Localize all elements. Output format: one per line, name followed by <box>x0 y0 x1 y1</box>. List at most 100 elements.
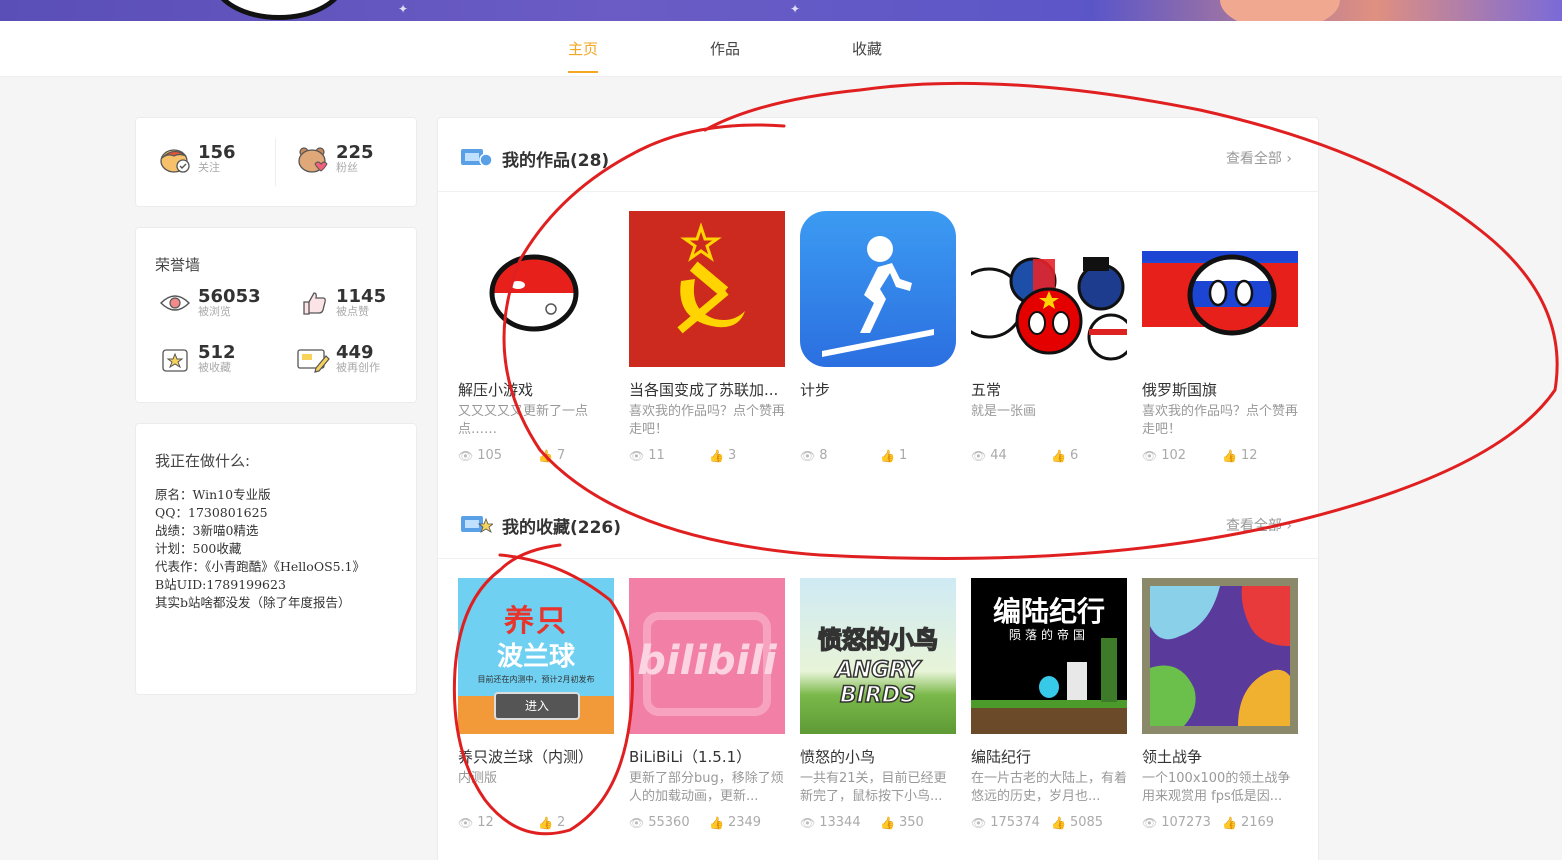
like-count: 350 <box>898 815 924 830</box>
favorite-desc: 一共有21关，目前已经更新完了，鼠标按下小鸟... <box>800 771 947 804</box>
followers-icon <box>296 144 330 174</box>
thumb-text: ANGRY BIRDS <box>835 657 921 709</box>
eye-icon: 👁 <box>458 448 474 463</box>
work-card[interactable]: 当各国变成了苏联加... 喜欢我的作品吗？点个赞再走吧！ 👁 11 👍 3 <box>629 211 785 463</box>
view-all-label: 查看全部 <box>1225 151 1282 167</box>
work-thumbnail[interactable] <box>1142 211 1298 367</box>
eye-icon: 👁 <box>800 448 816 463</box>
tab-works[interactable]: 作品 <box>710 21 740 77</box>
views-label: 被浏览 <box>198 305 231 318</box>
favorite-meta: 👁 12 👍 2 <box>458 815 614 830</box>
work-meta: 👁 11 👍 3 <box>629 448 785 463</box>
work-thumbnail[interactable] <box>458 211 614 367</box>
favorite-desc: 更新了部分bug，移除了烦人的加载动画，更新... <box>629 771 784 804</box>
favorite-thumbnail[interactable]: 愤怒的小鸟 ANGRY BIRDS <box>800 578 956 734</box>
eye-icon: 👁 <box>458 815 474 830</box>
work-card[interactable]: 解压小游戏 又又又又又更新了一点点…… 👁 105 👍 7 <box>458 211 614 463</box>
work-title[interactable]: 俄罗斯国旗 <box>1142 379 1298 400</box>
favorite-card[interactable]: bilibili BiLiBiLi（1.5.1） 更新了部分bug，移除了烦人的… <box>629 578 785 830</box>
work-meta: 👁 8 👍 1 <box>800 448 956 463</box>
favorite-card[interactable]: 养只 波兰球 目前还在内测中，预计2月初发布 进入 养只波兰球（内测） 内测版 … <box>458 578 614 830</box>
russia-flag-image <box>1142 251 1298 336</box>
honor-wall-card: 荣誉墙 56053 被浏览 1145 被点赞 512 被收藏 449 被再创作 <box>135 227 417 403</box>
countryballs-image <box>971 257 1127 361</box>
work-card[interactable]: 五常 就是一张画 👁 44 👍 6 <box>971 211 1127 463</box>
thumb-up-icon: 👍 <box>1051 448 1066 463</box>
favorite-card[interactable]: 领土战争 一个100x100的领土战争用来观赏用 fps低是因... 👁 1072… <box>1142 578 1298 830</box>
work-card[interactable]: 俄罗斯国旗 喜欢我的作品吗？点个赞再走吧！ 👁 102 👍 12 <box>1142 211 1298 463</box>
favorite-meta: 👁 175374 👍 5085 <box>971 815 1127 830</box>
thumb-up-icon: 👍 <box>1051 815 1066 830</box>
favorite-thumbnail[interactable]: 养只 波兰球 目前还在内测中，预计2月初发布 进入 <box>458 578 614 734</box>
status-title: 我正在做什么: <box>155 452 251 470</box>
favorite-title[interactable]: 愤怒的小鸟 <box>800 746 956 767</box>
sparkle-icon: ✦ <box>398 2 409 16</box>
profile-banner: ✦ ✦ <box>0 0 1562 21</box>
following-count: 156 <box>198 142 236 163</box>
work-thumbnail[interactable] <box>800 211 956 367</box>
works-section-header: 我的作品(28) 查看全部 › <box>438 118 1318 192</box>
eye-icon: 👁 <box>971 448 987 463</box>
favorite-card[interactable]: 编陆纪行 陨落的帝国 编陆纪行 在一片古老的大陆上，有着悠远的历史，岁月也...… <box>971 578 1127 830</box>
favorite-meta: 👁 13344 👍 350 <box>800 815 956 830</box>
remix-count: 449 <box>336 342 374 363</box>
work-meta: 👁 105 👍 7 <box>458 448 614 463</box>
work-desc: 就是一张画 <box>971 404 1037 419</box>
remix-pencil-icon <box>296 344 330 374</box>
work-title[interactable]: 解压小游戏 <box>458 379 614 400</box>
favorite-title[interactable]: 编陆纪行 <box>971 746 1127 767</box>
favorite-thumbnail[interactable] <box>1142 578 1298 734</box>
work-title[interactable]: 当各国变成了苏联加... <box>629 379 785 400</box>
favorite-thumbnail[interactable]: 编陆纪行 陨落的帝国 <box>971 578 1127 734</box>
thumb-text: 目前还在内测中，预计2月初发布 <box>477 675 595 684</box>
eye-icon: 👁 <box>800 815 816 830</box>
favorites-title: 我的收藏(226) <box>502 518 622 538</box>
work-desc: 又又又又又更新了一点点…… <box>458 404 589 437</box>
views-stat: 56053 被浏览 <box>158 288 261 318</box>
work-card[interactable]: 计步 👁 8 👍 1 <box>800 211 956 463</box>
work-title[interactable]: 计步 <box>800 379 956 400</box>
work-meta: 👁 44 👍 6 <box>971 448 1127 463</box>
works-view-all-link[interactable]: 查看全部 › <box>1226 148 1292 168</box>
favorite-thumbnail[interactable]: bilibili <box>629 578 785 734</box>
views-count: 56053 <box>198 286 261 307</box>
following-stat[interactable]: 156 关注 <box>158 144 236 174</box>
favorite-title[interactable]: 养只波兰球（内测） <box>458 746 614 767</box>
follow-stats-card: 156 关注 225 粉丝 <box>135 117 417 207</box>
eye-icon: 👁 <box>629 448 645 463</box>
work-meta: 👁 102 👍 12 <box>1142 448 1298 463</box>
chevron-right-icon: › <box>1286 518 1292 534</box>
thumb-up-icon: 👍 <box>1222 448 1237 463</box>
work-thumbnail[interactable] <box>629 211 785 367</box>
user-avatar[interactable] <box>212 0 346 20</box>
like-count: 2169 <box>1240 815 1275 830</box>
thumb-text: 编陆纪行 <box>992 595 1105 628</box>
favorite-title[interactable]: BiLiBiLi（1.5.1） <box>629 746 785 767</box>
enter-button[interactable]: 进入 <box>494 692 580 720</box>
likes-stat: 1145 被点赞 <box>296 288 386 318</box>
favorites-section-header: 我的收藏(226) 查看全部 › <box>438 485 1318 559</box>
remix-label: 被再创作 <box>336 361 380 374</box>
likes-label: 被点赞 <box>336 305 369 318</box>
favorite-title[interactable]: 领土战争 <box>1142 746 1298 767</box>
eye-icon: 👁 <box>629 815 645 830</box>
followers-count: 225 <box>336 142 374 163</box>
tab-favorites[interactable]: 收藏 <box>852 21 882 77</box>
work-title[interactable]: 五常 <box>971 379 1127 400</box>
tab-home[interactable]: 主页 <box>568 21 599 77</box>
followers-stat[interactable]: 225 粉丝 <box>296 144 374 174</box>
thumb-up-icon <box>296 288 330 318</box>
chevron-right-icon: › <box>1286 151 1292 167</box>
thumb-up-icon: 👍 <box>538 448 553 463</box>
work-thumbnail[interactable] <box>971 211 1127 367</box>
like-count: 3 <box>727 448 737 463</box>
followers-label: 粉丝 <box>336 161 358 174</box>
favorites-view-all-link[interactable]: 查看全部 › <box>1226 515 1292 535</box>
following-icon <box>158 144 192 174</box>
works-icon <box>460 146 493 168</box>
likes-count: 1145 <box>336 286 387 307</box>
favorite-card[interactable]: 愤怒的小鸟 ANGRY BIRDS 愤怒的小鸟 一共有21关，目前已经更新完了，… <box>800 578 956 830</box>
sparkle-icon: ✦ <box>790 2 801 16</box>
view-count: 55360 <box>648 815 690 830</box>
view-count: 8 <box>819 448 828 463</box>
